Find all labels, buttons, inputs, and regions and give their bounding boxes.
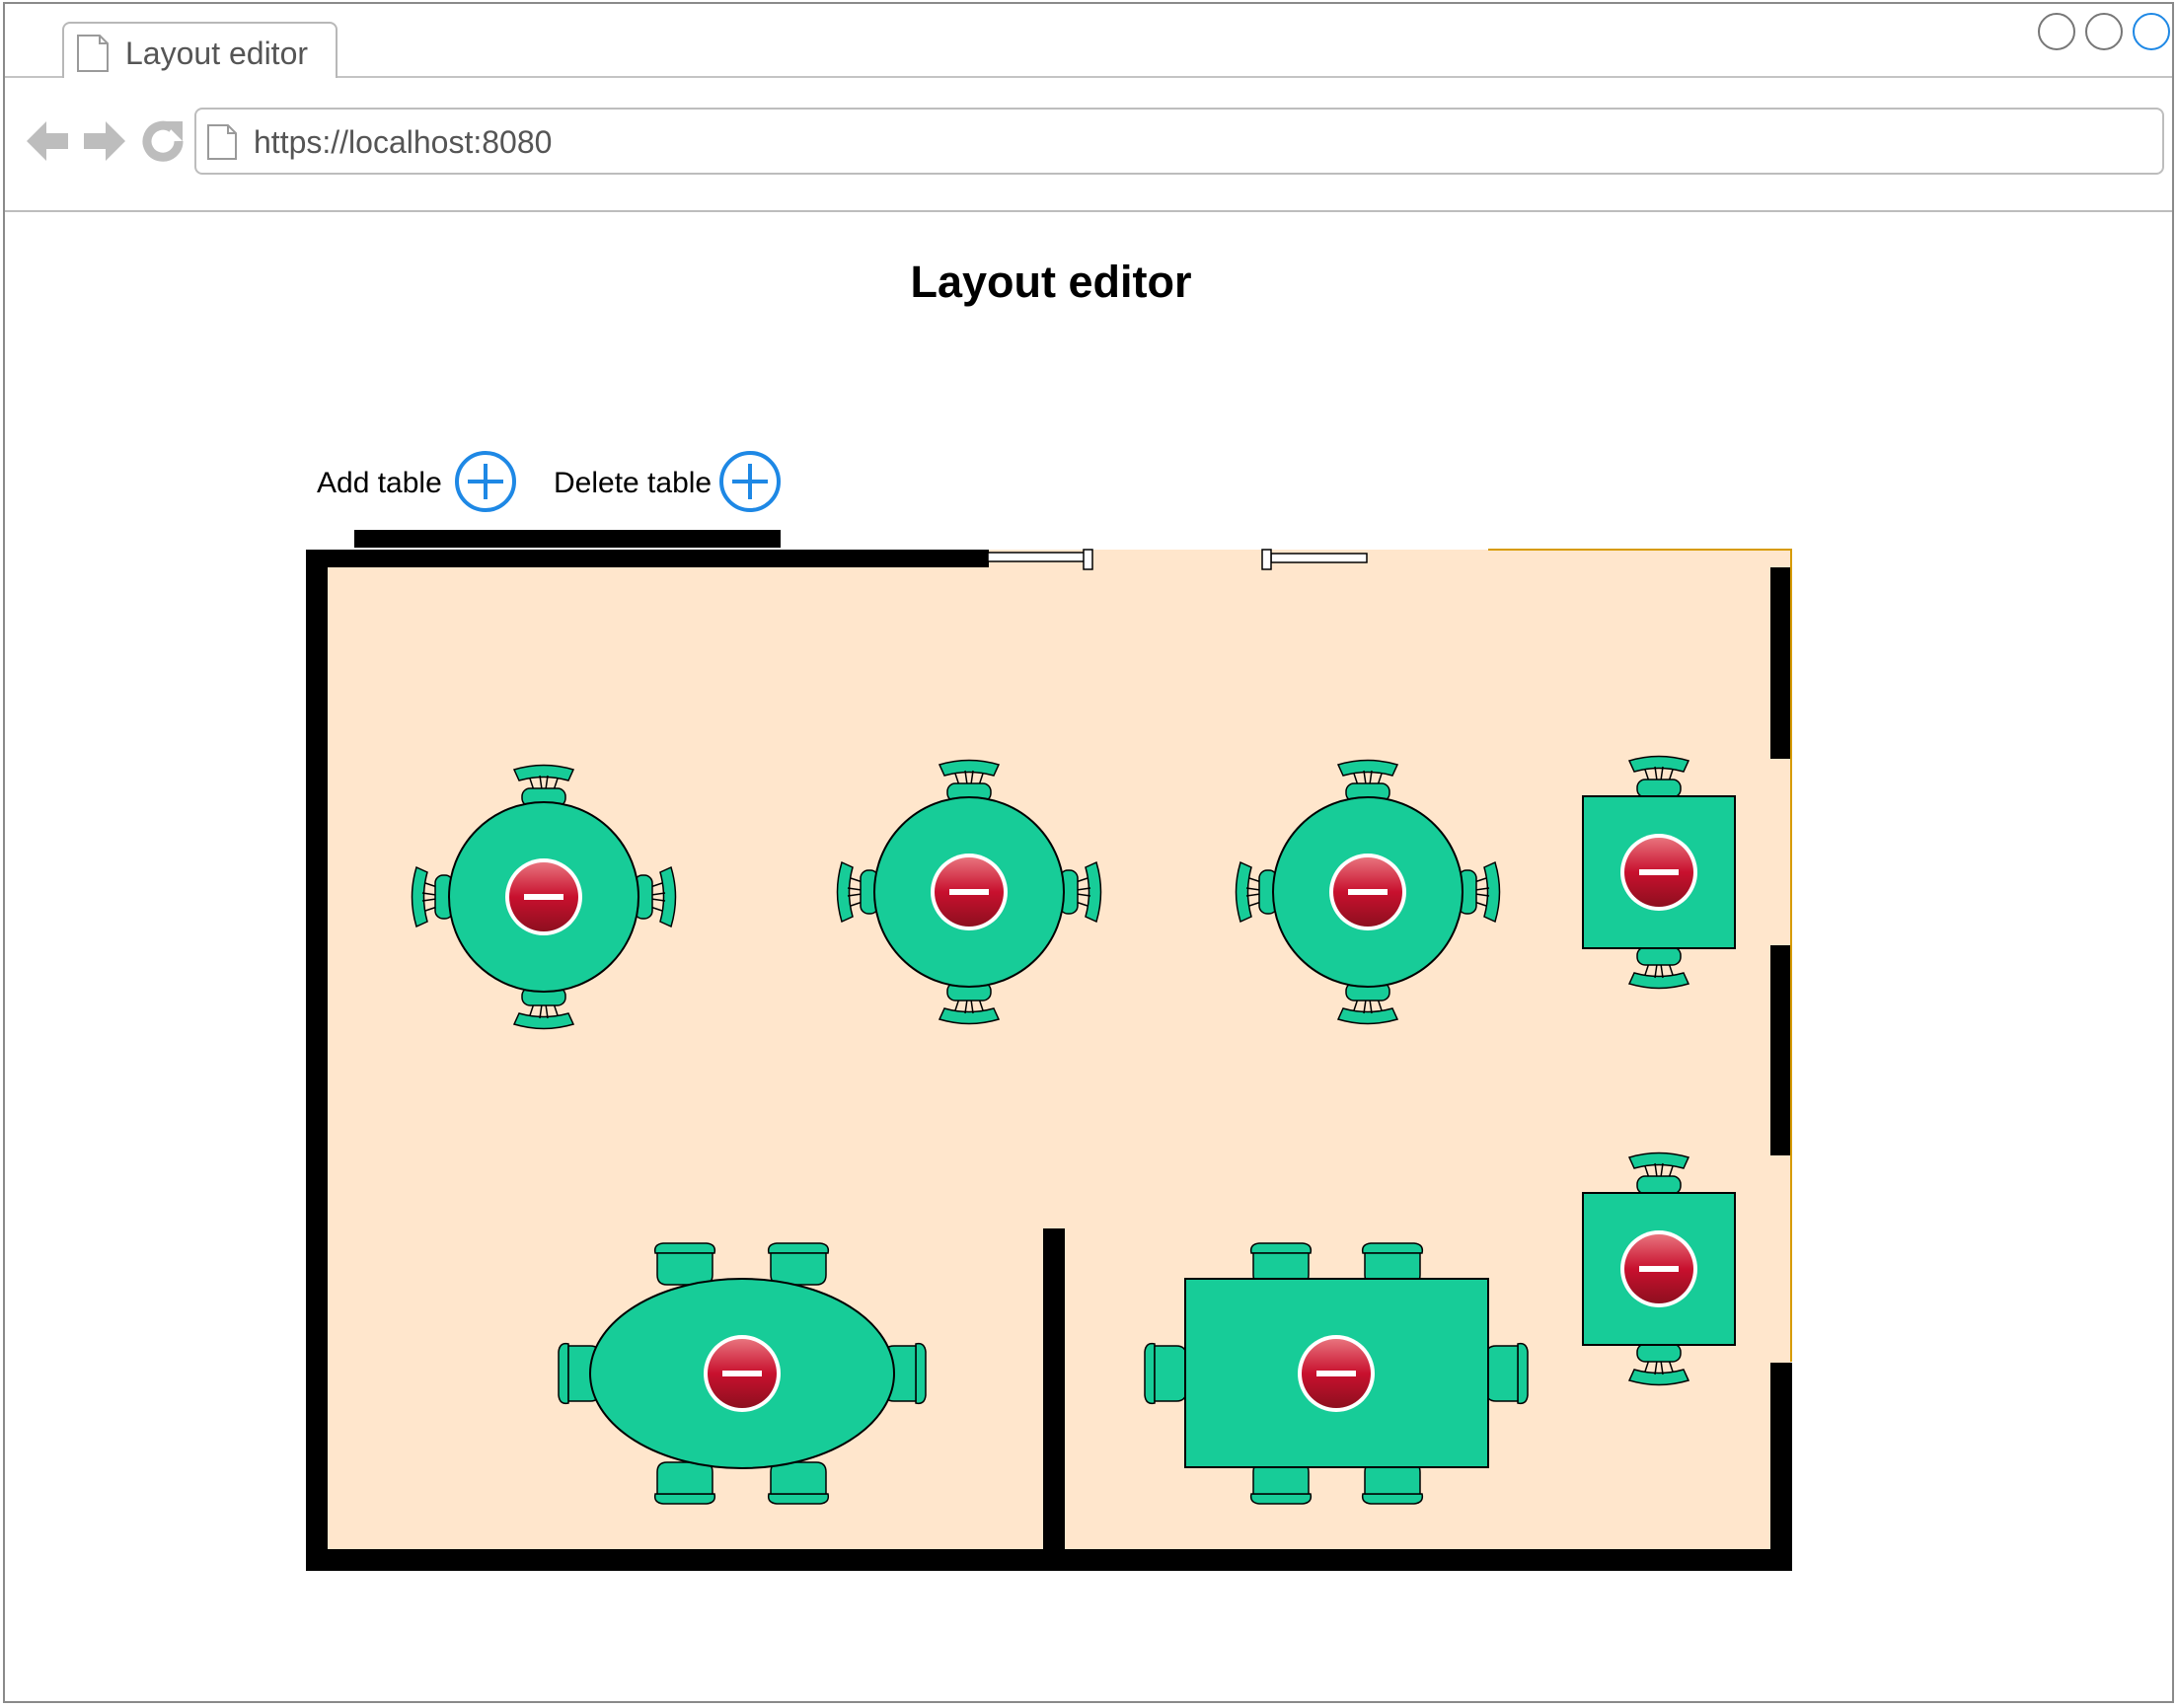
- delete-table-5-icon[interactable]: [1620, 1230, 1697, 1307]
- add-table-label: Add table: [317, 467, 442, 499]
- browser-tab[interactable]: Layout editor: [62, 22, 338, 80]
- tab-title: Layout editor: [125, 36, 309, 71]
- page-icon: [207, 124, 237, 160]
- table-7[interactable]: [1144, 1242, 1529, 1505]
- minimize-icon[interactable]: [2038, 13, 2075, 50]
- maximize-icon[interactable]: [2085, 13, 2123, 50]
- page-title: Layout editor: [910, 257, 1192, 307]
- reload-icon[interactable]: [139, 117, 187, 165]
- browser-titlebar: Layout editor: [5, 4, 2172, 80]
- delete-table-6-icon[interactable]: [704, 1335, 781, 1412]
- delete-table-1-icon[interactable]: [505, 858, 582, 935]
- delete-table-4-icon[interactable]: [1620, 834, 1697, 911]
- url-text[interactable]: https://localhost:8080: [254, 123, 552, 161]
- add-table-button[interactable]: [454, 450, 517, 513]
- delete-table-button[interactable]: [718, 450, 782, 513]
- delete-table-label: Delete table: [554, 467, 713, 499]
- browser-navbar: https://localhost:8080: [5, 78, 2172, 212]
- delete-table-3-icon[interactable]: [1329, 854, 1406, 930]
- close-icon[interactable]: [2133, 13, 2170, 50]
- page-icon: [77, 35, 109, 72]
- delete-table-2-icon[interactable]: [931, 854, 1008, 930]
- address-bar[interactable]: https://localhost:8080: [194, 108, 2164, 175]
- forward-arrow-icon[interactable]: [80, 117, 127, 165]
- back-arrow-icon[interactable]: [25, 117, 72, 165]
- delete-table-7-icon[interactable]: [1298, 1335, 1375, 1412]
